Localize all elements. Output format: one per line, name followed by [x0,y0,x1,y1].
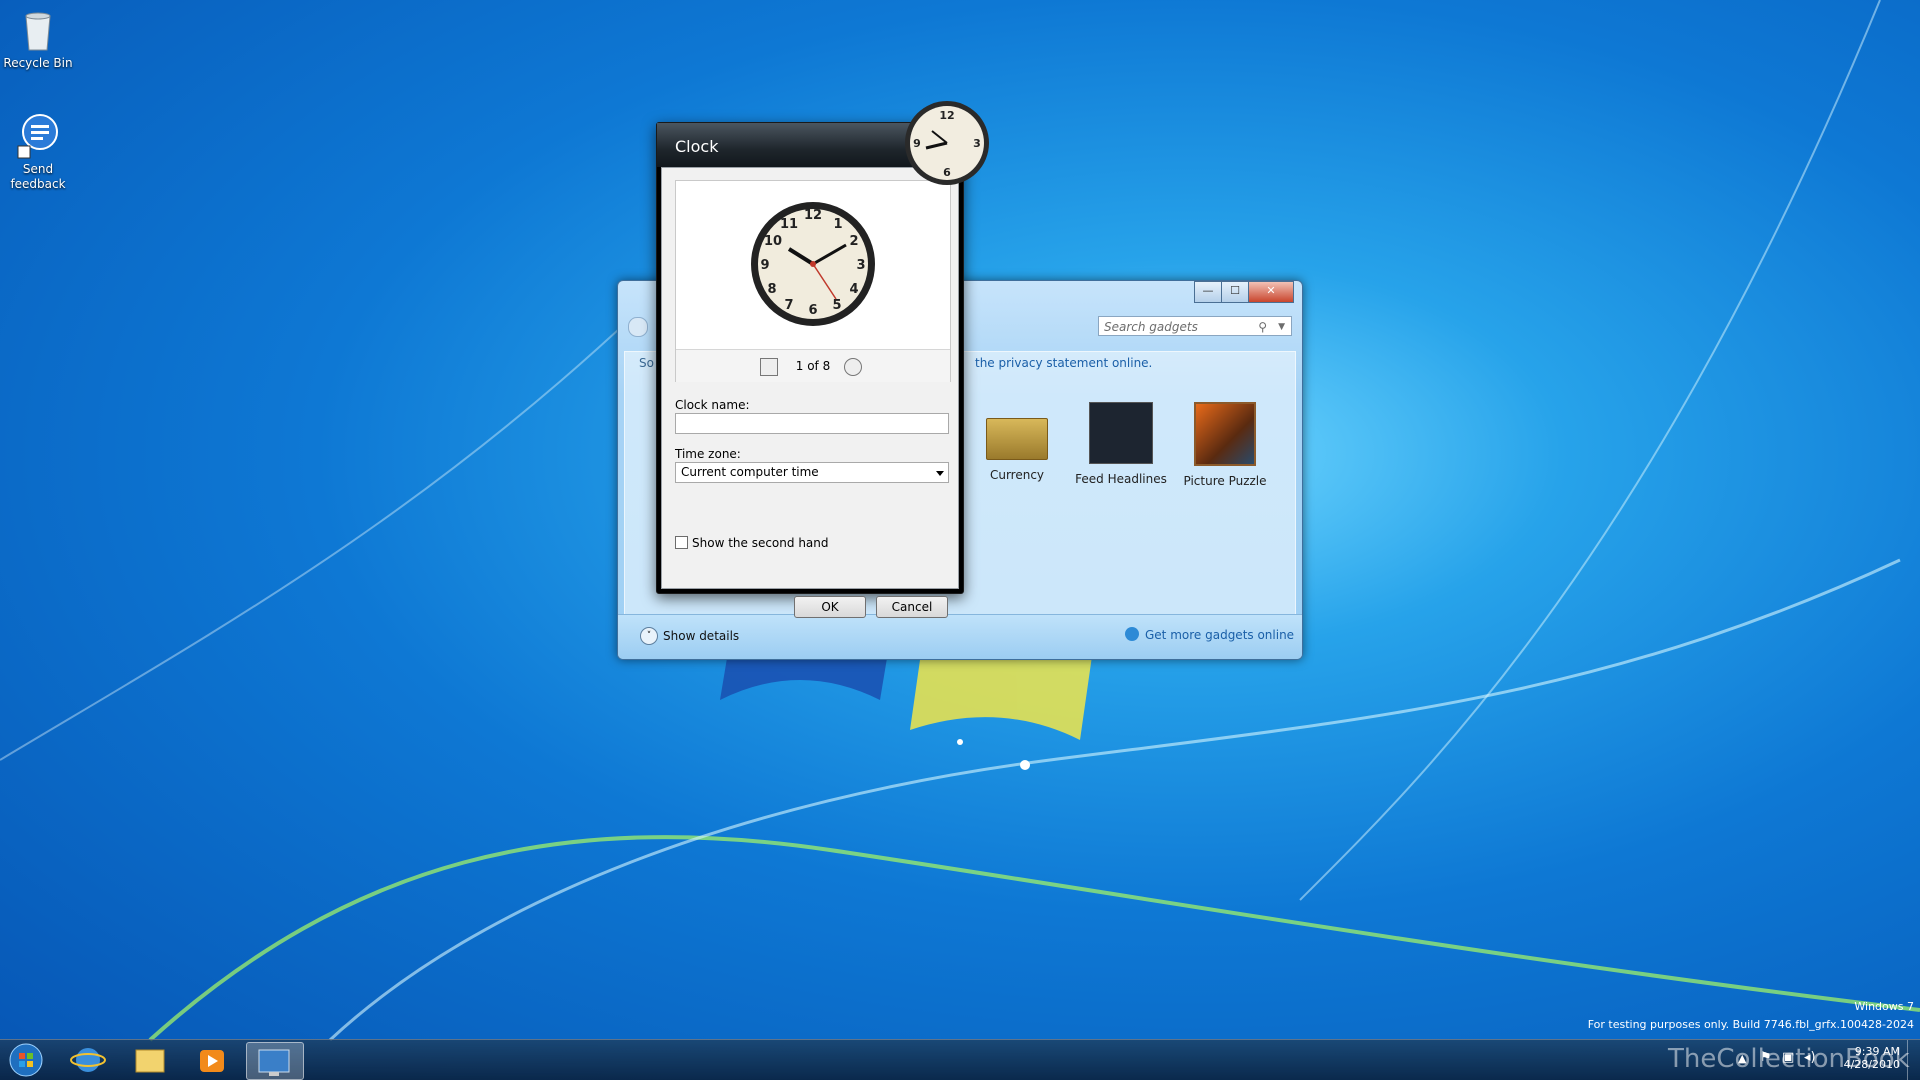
tray-clock[interactable]: 9:39 AM 4/28/2010 [1840,1045,1900,1071]
taskbar: TheCollectionBook ▲ ⚑ ▣ ◂) 9:39 AM 4/28/… [0,1039,1920,1080]
currency-gadget-icon [986,418,1048,460]
desktop-icon-recycle-bin[interactable]: Recycle Bin [0,6,76,71]
desktop: Recycle Bin Send feedback — ☐ ✕ Search g… [0,0,1920,1080]
info-text-fragment: So [639,356,654,370]
taskbar-media-player[interactable] [184,1042,240,1078]
pager-text: 1 of 8 [795,359,831,373]
volume-icon[interactable]: ◂) [1804,1050,1816,1065]
search-dropdown-icon[interactable]: ▼ [1278,317,1285,337]
svg-text:10: 10 [764,234,782,249]
privacy-link[interactable]: the privacy statement online. [975,356,1152,370]
globe-icon [1125,627,1139,641]
show-second-hand-checkbox[interactable]: Show the second hand [675,536,829,550]
show-details-button[interactable]: Show details [663,629,739,643]
svg-text:3: 3 [973,137,981,150]
start-orb-icon [9,1043,43,1077]
dropdown-arrow-icon [936,471,944,476]
svg-text:6: 6 [808,303,817,318]
taskbar-internet-explorer[interactable] [60,1042,116,1078]
windows-explorer-icon [135,1049,165,1073]
gadget-tile-currency[interactable]: Currency [965,402,1069,482]
next-arrow-icon[interactable] [844,358,862,376]
clock-face-icon: 12 3 6 9 12 45 78 10 11 [751,202,875,326]
send-feedback-icon [14,112,62,160]
svg-text:6: 6 [943,166,951,179]
back-arrow-icon[interactable] [628,317,648,337]
svg-text:4: 4 [849,282,858,297]
picture-puzzle-gadget-icon [1194,402,1256,466]
action-center-flag-icon[interactable]: ⚑ [1760,1050,1772,1065]
svg-text:7: 7 [784,298,793,313]
search-icon[interactable]: ⚲ [1258,317,1267,337]
search-gadgets-input[interactable]: Search gadgets ⚲ ▼ [1098,316,1292,336]
ok-button[interactable]: OK [794,596,866,618]
minimize-button[interactable]: — [1194,281,1222,303]
start-button[interactable] [0,1042,56,1078]
svg-text:12: 12 [939,109,954,122]
network-icon[interactable]: ▣ [1782,1050,1794,1065]
svg-text:9: 9 [760,258,769,273]
desktop-icon-label: Recycle Bin [3,56,73,70]
internet-explorer-icon [70,1048,106,1072]
clock-name-input[interactable] [675,413,949,434]
clock-style-pager: 1 of 8 [676,349,950,382]
svg-text:1: 1 [833,217,842,232]
checkbox-box[interactable] [675,536,688,549]
previous-arrow-icon[interactable] [760,358,778,376]
clock-name-label: Clock name: [675,398,750,412]
expand-chevron-icon[interactable]: ˅ [640,627,658,645]
recycle-bin-icon [14,6,62,54]
svg-text:11: 11 [780,217,798,232]
clock-settings-dialog: Clock 12 3 6 9 1245 7 8 10 11 1 of 8 Clo… [656,122,964,618]
time-zone-label: Time zone: [675,447,741,461]
svg-text:9: 9 [913,137,921,150]
clock-gadget-icon[interactable]: 12 3 6 9 [904,100,990,186]
gadget-tile-picture-puzzle[interactable]: Picture Puzzle [1173,402,1277,488]
media-player-icon [200,1050,224,1072]
svg-text:8: 8 [767,282,776,297]
svg-text:3: 3 [856,258,865,273]
svg-text:5: 5 [832,298,841,313]
dialog-body: 12 3 6 9 12 45 7 8 10 11 1 of 8 Clock name: [661,167,959,618]
clock-preview: 12 3 6 9 12 45 7 8 10 11 1 of 8 [675,180,951,382]
gadgets-window-icon [258,1049,290,1076]
cancel-button[interactable]: Cancel [876,596,948,618]
close-button[interactable]: ✕ [1248,281,1294,303]
build-watermark: Windows 7 For testing purposes only. Bui… [1587,1000,1914,1031]
gadget-tile-feed-headlines[interactable]: Feed Headlines [1069,402,1173,486]
gallery-footer: ˅ Show details Get more gadgets online [618,614,1302,659]
time-zone-select[interactable]: Current computer time [675,462,949,483]
tray-arrow-icon[interactable]: ▲ [1738,1052,1746,1065]
feed-headlines-gadget-icon [1089,402,1153,464]
maximize-button[interactable]: ☐ [1221,281,1249,303]
svg-text:2: 2 [849,234,858,249]
get-more-gadgets-link[interactable]: Get more gadgets online [1145,628,1294,642]
svg-text:12: 12 [804,208,822,223]
desktop-icon-label: Send feedback [10,162,66,191]
taskbar-gadgets-window[interactable] [246,1042,304,1080]
taskbar-windows-explorer[interactable] [122,1042,178,1078]
show-desktop-button[interactable] [1907,1040,1920,1080]
desktop-icon-send-feedback[interactable]: Send feedback [0,112,76,192]
